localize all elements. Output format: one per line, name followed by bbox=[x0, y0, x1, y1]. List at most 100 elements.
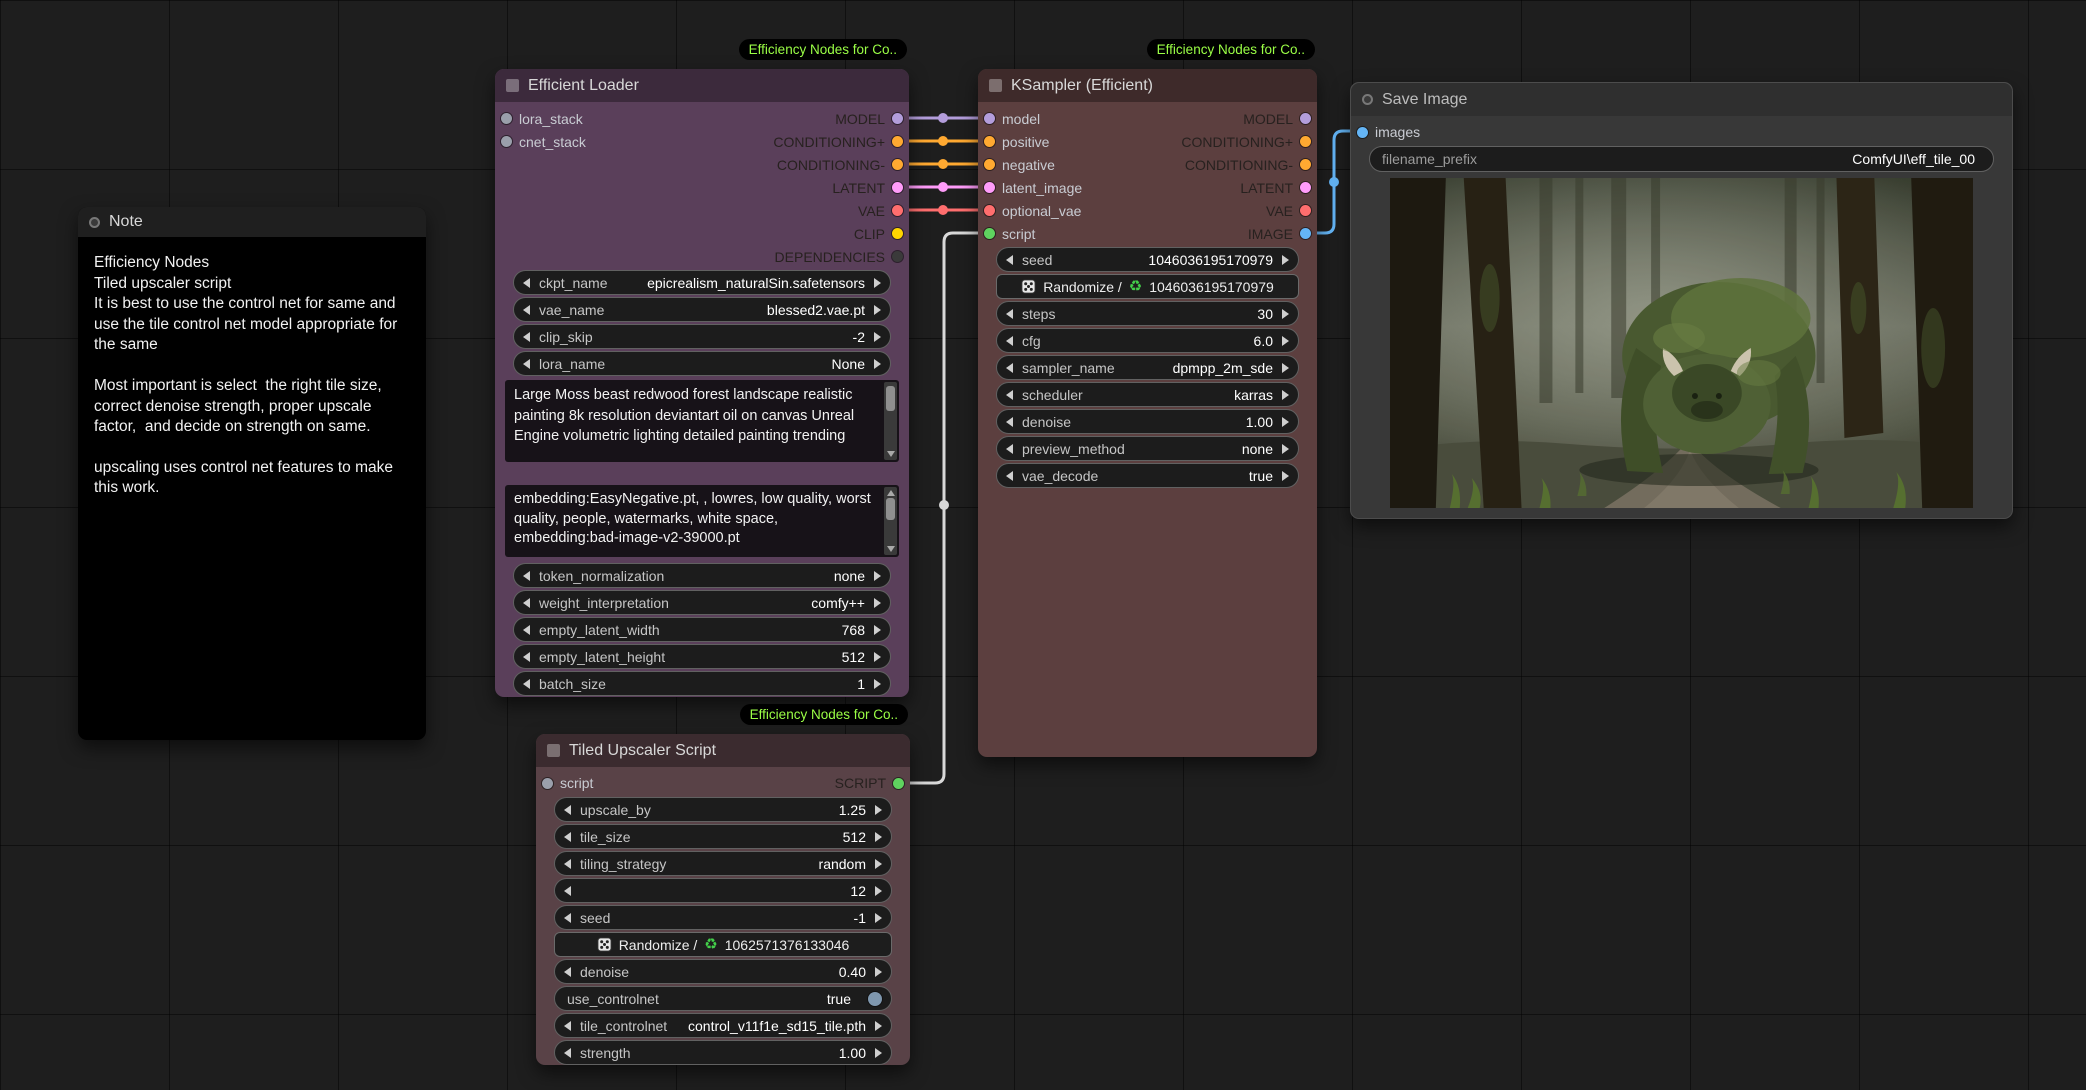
input-slot-optional-vae[interactable]: optional_vae bbox=[984, 203, 1081, 219]
input-dot-cnet-stack[interactable] bbox=[501, 136, 512, 147]
node-box-icon[interactable] bbox=[989, 79, 1002, 92]
output-slot-script[interactable]: SCRIPT bbox=[835, 775, 904, 791]
left-arrow-icon[interactable] bbox=[523, 305, 530, 315]
right-arrow-icon[interactable] bbox=[874, 359, 881, 369]
right-arrow-icon[interactable] bbox=[874, 679, 881, 689]
node-box-icon[interactable] bbox=[547, 744, 560, 757]
right-arrow-icon[interactable] bbox=[874, 598, 881, 608]
left-arrow-icon[interactable] bbox=[1006, 417, 1013, 427]
output-slot-latent[interactable]: LATENT bbox=[832, 180, 903, 196]
widget-empty-latent-height[interactable]: empty_latent_height 512 bbox=[513, 644, 891, 669]
left-arrow-icon[interactable] bbox=[564, 859, 571, 869]
right-arrow-icon[interactable] bbox=[875, 967, 882, 977]
negative-prompt-textarea[interactable]: embedding:EasyNegative.pt, , lowres, low… bbox=[505, 485, 899, 557]
input-dot-latent-image[interactable] bbox=[984, 182, 995, 193]
right-arrow-icon[interactable] bbox=[874, 305, 881, 315]
output-slot-dependencies[interactable]: DEPENDENCIES bbox=[775, 249, 903, 265]
left-arrow-icon[interactable] bbox=[564, 1021, 571, 1031]
input-dot-model[interactable] bbox=[984, 113, 995, 124]
left-arrow-icon[interactable] bbox=[564, 1048, 571, 1058]
left-arrow-icon[interactable] bbox=[1006, 390, 1013, 400]
widget-seed[interactable]: seed -1 bbox=[554, 905, 892, 930]
left-arrow-icon[interactable] bbox=[523, 278, 530, 288]
input-dot-script[interactable] bbox=[984, 228, 995, 239]
left-arrow-icon[interactable] bbox=[1006, 363, 1013, 373]
widget-vae-name[interactable]: vae_name blessed2.vae.pt bbox=[513, 297, 891, 322]
left-arrow-icon[interactable] bbox=[564, 832, 571, 842]
scrollbar-thumb[interactable] bbox=[886, 498, 895, 520]
right-arrow-icon[interactable] bbox=[874, 652, 881, 662]
collapse-dot-icon[interactable] bbox=[89, 217, 100, 228]
output-slot-conditioning-minus[interactable]: CONDITIONING- bbox=[1185, 157, 1311, 173]
right-arrow-icon[interactable] bbox=[1282, 444, 1289, 454]
widget-tile-size[interactable]: tile_size 512 bbox=[554, 824, 892, 849]
right-arrow-icon[interactable] bbox=[875, 832, 882, 842]
output-slot-model[interactable]: MODEL bbox=[835, 111, 903, 127]
left-arrow-icon[interactable] bbox=[564, 967, 571, 977]
input-slot-cnet-stack[interactable]: cnet_stack bbox=[501, 134, 586, 150]
widget-sampler-name[interactable]: sampler_name dpmpp_2m_sde bbox=[996, 355, 1299, 380]
left-arrow-icon[interactable] bbox=[564, 805, 571, 815]
output-slot-conditioning-plus[interactable]: CONDITIONING+ bbox=[773, 134, 903, 150]
widget-scheduler[interactable]: scheduler karras bbox=[996, 382, 1299, 407]
input-slot-images[interactable]: images bbox=[1357, 124, 1420, 140]
output-dot-latent[interactable] bbox=[1300, 182, 1311, 193]
output-slot-vae[interactable]: VAE bbox=[1266, 203, 1311, 219]
positive-prompt-textarea[interactable]: Large Moss beast redwood forest landscap… bbox=[505, 380, 899, 462]
widget-clip-skip[interactable]: clip_skip -2 bbox=[513, 324, 891, 349]
toggle-knob-icon[interactable] bbox=[868, 992, 882, 1006]
output-dot-vae[interactable] bbox=[892, 205, 903, 216]
output-slot-conditioning-minus[interactable]: CONDITIONING- bbox=[777, 157, 903, 173]
widget-lora-name[interactable]: lora_name None bbox=[513, 351, 891, 376]
scrollbar[interactable] bbox=[884, 382, 897, 460]
left-arrow-icon[interactable] bbox=[523, 571, 530, 581]
right-arrow-icon[interactable] bbox=[1282, 336, 1289, 346]
scrollbar[interactable] bbox=[884, 487, 897, 555]
output-slot-vae[interactable]: VAE bbox=[858, 203, 903, 219]
randomize-seed-button[interactable]: Randomize / ♻ 1046036195170979 bbox=[996, 274, 1299, 299]
left-arrow-icon[interactable] bbox=[1006, 471, 1013, 481]
output-dot-image[interactable] bbox=[1300, 228, 1311, 239]
output-slot-conditioning-plus[interactable]: CONDITIONING+ bbox=[1181, 134, 1311, 150]
efficient-loader-titlebar[interactable]: Efficient Loader bbox=[495, 69, 909, 102]
left-arrow-icon[interactable] bbox=[523, 625, 530, 635]
widget-empty-latent-width[interactable]: empty_latent_width 768 bbox=[513, 617, 891, 642]
left-arrow-icon[interactable] bbox=[564, 913, 571, 923]
right-arrow-icon[interactable] bbox=[1282, 309, 1289, 319]
tiled-upscaler-titlebar[interactable]: Tiled Upscaler Script bbox=[536, 734, 910, 767]
right-arrow-icon[interactable] bbox=[1282, 390, 1289, 400]
input-slot-negative[interactable]: negative bbox=[984, 157, 1055, 173]
widget-tile-controlnet[interactable]: tile_controlnet control_v11f1e_sd15_tile… bbox=[554, 1013, 892, 1038]
output-dot-conditioning-minus[interactable] bbox=[892, 159, 903, 170]
randomize-seed-button[interactable]: Randomize / ♻ 1062571376133046 bbox=[554, 932, 892, 957]
right-arrow-icon[interactable] bbox=[874, 278, 881, 288]
widget-cfg[interactable]: cfg 6.0 bbox=[996, 328, 1299, 353]
widget-weight-interpretation[interactable]: weight_interpretation comfy++ bbox=[513, 590, 891, 615]
left-arrow-icon[interactable] bbox=[1006, 255, 1013, 265]
left-arrow-icon[interactable] bbox=[564, 886, 571, 896]
widget-denoise[interactable]: denoise 0.40 bbox=[554, 959, 892, 984]
widget-vae-decode[interactable]: vae_decode true bbox=[996, 463, 1299, 488]
scroll-down-icon[interactable] bbox=[887, 451, 895, 457]
input-dot-optional-vae[interactable] bbox=[984, 205, 995, 216]
widget-token-normalization[interactable]: token_normalization none bbox=[513, 563, 891, 588]
input-dot-images[interactable] bbox=[1357, 127, 1368, 138]
efficient-loader-node[interactable]: Efficiency Nodes for Co.. Efficient Load… bbox=[495, 69, 909, 697]
right-arrow-icon[interactable] bbox=[875, 859, 882, 869]
output-dot-script[interactable] bbox=[893, 778, 904, 789]
left-arrow-icon[interactable] bbox=[1006, 444, 1013, 454]
note-node[interactable]: Note Efficiency Nodes Tiled upscaler scr… bbox=[78, 207, 426, 740]
input-slot-script[interactable]: script bbox=[984, 226, 1035, 242]
right-arrow-icon[interactable] bbox=[1282, 471, 1289, 481]
right-arrow-icon[interactable] bbox=[875, 886, 882, 896]
widget-use-controlnet[interactable]: use_controlnet true bbox=[554, 986, 892, 1011]
right-arrow-icon[interactable] bbox=[874, 571, 881, 581]
widget-filename-prefix[interactable]: filename_prefix ComfyUI\eff_tile_00 bbox=[1369, 146, 1994, 172]
save-image-node[interactable]: Save Image images filename_prefix ComfyU… bbox=[1350, 82, 2013, 519]
output-slot-image[interactable]: IMAGE bbox=[1248, 226, 1311, 242]
left-arrow-icon[interactable] bbox=[523, 652, 530, 662]
input-slot-latent-image[interactable]: latent_image bbox=[984, 180, 1082, 196]
input-slot-positive[interactable]: positive bbox=[984, 134, 1049, 150]
left-arrow-icon[interactable] bbox=[523, 598, 530, 608]
ksampler-titlebar[interactable]: KSampler (Efficient) bbox=[978, 69, 1317, 102]
